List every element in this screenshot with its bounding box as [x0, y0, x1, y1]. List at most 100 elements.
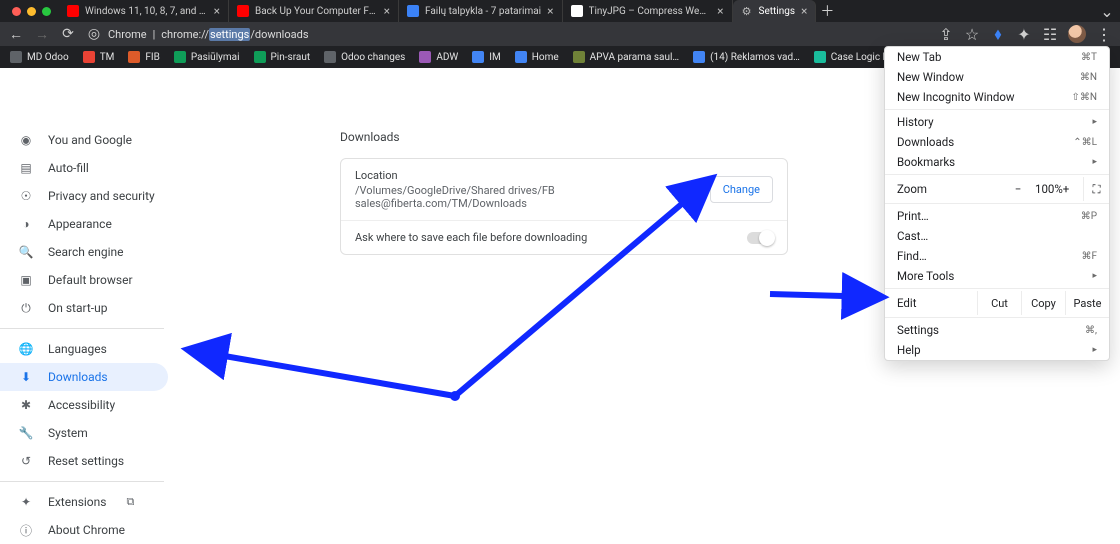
menu-downloads[interactable]: Downloads⌃⌘L [885, 132, 1109, 152]
forward-button[interactable]: → [34, 26, 50, 42]
tabstrip-overflow-button[interactable]: ⌄ [1094, 0, 1120, 22]
sidebar-item-privacy-and-security[interactable]: ☉Privacy and security [0, 182, 168, 210]
download-location-label: Location [355, 169, 710, 182]
sidebar-item-system[interactable]: 🔧System [0, 419, 168, 447]
profile-avatar[interactable] [1068, 25, 1086, 43]
sidebar-item-accessibility[interactable]: ✱Accessibility [0, 391, 168, 419]
bookmark-item[interactable]: Home [515, 51, 559, 63]
sidebar-item-you-and-google[interactable]: ◉You and Google [0, 126, 168, 154]
app-menu-button[interactable]: ⋮ [1096, 26, 1112, 42]
sidebar-item-default-browser[interactable]: ▣Default browser [0, 266, 168, 294]
maximize-window-button[interactable] [42, 7, 51, 16]
tab-title: TinyJPG – Compress WebP, PN [589, 6, 712, 17]
share-icon[interactable]: ⇪ [938, 26, 954, 42]
info-icon: ⓘ [18, 522, 34, 538]
menu-new-window[interactable]: New Window⌘N [885, 67, 1109, 87]
sidebar-item-languages[interactable]: 🌐Languages [0, 335, 168, 363]
bookmark-item[interactable]: ADW [419, 51, 458, 63]
sidebar-item-appearance[interactable]: ◑Appearance [0, 210, 168, 238]
close-tab-button[interactable]: × [801, 5, 807, 17]
sidebar-item-reset-settings[interactable]: ↺Reset settings [0, 447, 168, 475]
menu-find[interactable]: Find…⌘F [885, 246, 1109, 266]
menu-cut[interactable]: Cut [977, 291, 1021, 315]
zoom-in-button[interactable]: + [1059, 182, 1073, 196]
omnibox[interactable]: ◎ Chrome | chrome://settings/downloads [86, 26, 506, 42]
sidebar-item-label: About Chrome [48, 523, 125, 537]
tab-title: Back Up Your Computer Files w [255, 6, 378, 17]
new-tab-button[interactable]: ＋ [816, 0, 838, 22]
wrench-icon: 🔧 [18, 425, 34, 441]
youtube-icon [237, 5, 249, 17]
menu-copy[interactable]: Copy [1021, 291, 1065, 315]
bookmark-star-icon[interactable]: ☆ [964, 26, 980, 42]
bookmark-item[interactable]: FIB [128, 51, 159, 63]
browser-tab[interactable]: TinyJPG – Compress WebP, PN × [563, 0, 733, 22]
bookmark-label: MD Odoo [27, 52, 69, 63]
menu-more-tools[interactable]: More Tools▸ [885, 266, 1109, 286]
browser-tab[interactable]: Back Up Your Computer Files w × [229, 0, 399, 22]
bookmark-item[interactable]: IM [472, 51, 500, 63]
downloads-card: Location /Volumes/GoogleDrive/Shared dri… [340, 158, 788, 255]
app-menu: New Tab⌘T New Window⌘N New Incognito Win… [884, 46, 1110, 361]
bookmark-item[interactable]: (14) Reklamos vad… [693, 51, 800, 63]
reload-button[interactable]: ⟳ [60, 26, 76, 42]
minimize-window-button[interactable] [27, 7, 36, 16]
sidebar-item-about-chrome[interactable]: ⓘ About Chrome [0, 516, 168, 544]
bookmark-item[interactable]: Pasiūlymai [174, 51, 240, 63]
sidebar-item-label: Reset settings [48, 454, 124, 468]
reading-list-icon[interactable]: ☷ [1042, 26, 1058, 42]
extensions-puzzle-icon[interactable]: ✦ [1016, 26, 1032, 42]
autofill-icon: ▤ [18, 160, 34, 176]
browser-tab[interactable]: Failų talpykla - 7 patarimai × [399, 0, 563, 22]
sidebar-item-auto-fill[interactable]: ▤Auto-fill [0, 154, 168, 182]
close-window-button[interactable] [12, 7, 21, 16]
bookmark-label: IM [489, 52, 500, 63]
menu-history[interactable]: History▸ [885, 112, 1109, 132]
browser-tab[interactable]: Windows 11, 10, 8, 7, and Goo× [59, 0, 229, 22]
bookmark-item[interactable]: TM [83, 51, 115, 63]
window-controls [6, 0, 59, 22]
shield-icon: ☉ [18, 188, 34, 204]
download-icon: ⬇ [18, 369, 34, 385]
bookmark-favicon [83, 51, 95, 63]
site-info-icon[interactable]: ◎ [86, 26, 102, 42]
tab-title: Settings [759, 6, 796, 17]
menu-print[interactable]: Print…⌘P [885, 206, 1109, 226]
back-button[interactable]: ← [8, 26, 24, 42]
bookmark-label: Pasiūlymai [191, 52, 240, 63]
tab-title: Failų talpykla - 7 patarimai [425, 6, 541, 17]
extension-shield-icon[interactable]: ⬧ [990, 26, 1006, 42]
menu-paste[interactable]: Paste [1065, 291, 1109, 315]
menu-cast[interactable]: Cast… [885, 226, 1109, 246]
browser-icon: ▣ [18, 272, 34, 288]
sidebar-item-extensions[interactable]: ✦Extensions⧉ [0, 488, 168, 516]
fullscreen-button[interactable]: ⛶ [1083, 177, 1109, 201]
bookmark-item[interactable]: Odoo changes [324, 51, 405, 63]
bookmark-favicon [515, 51, 527, 63]
close-tab-button[interactable]: × [717, 5, 723, 17]
menu-settings[interactable]: Settings⌘, [885, 320, 1109, 340]
menu-new-tab[interactable]: New Tab⌘T [885, 47, 1109, 67]
sidebar-item-downloads[interactable]: ⬇Downloads [0, 363, 168, 391]
close-tab-button[interactable]: × [384, 5, 390, 17]
close-tab-button[interactable]: × [214, 5, 220, 17]
sidebar-item-label: Extensions [48, 495, 106, 509]
menu-bookmarks[interactable]: Bookmarks▸ [885, 152, 1109, 172]
youtube-icon [407, 5, 419, 17]
menu-help[interactable]: Help▸ [885, 340, 1109, 360]
zoom-out-button[interactable]: − [1011, 182, 1025, 196]
change-location-button[interactable]: Change [710, 176, 773, 203]
tab-strip: Windows 11, 10, 8, 7, and Goo×Back Up Yo… [0, 0, 1120, 22]
browser-tab[interactable]: ⚙Settings× [733, 0, 817, 22]
bookmark-label: Home [532, 52, 559, 63]
sidebar-item-label: Search engine [48, 245, 123, 259]
bookmark-item[interactable]: APVA parama saul… [573, 51, 679, 63]
ask-where-toggle[interactable] [747, 232, 773, 244]
bookmark-item[interactable]: Pin-sraut [254, 51, 311, 63]
bookmark-item[interactable]: MD Odoo [10, 51, 69, 63]
sidebar-separator [0, 328, 164, 329]
sidebar-item-search-engine[interactable]: 🔍Search engine [0, 238, 168, 266]
sidebar-item-on-start-up[interactable]: ⏻On start-up [0, 294, 168, 322]
close-tab-button[interactable]: × [547, 5, 553, 17]
menu-incognito[interactable]: New Incognito Window⇧⌘N [885, 87, 1109, 107]
